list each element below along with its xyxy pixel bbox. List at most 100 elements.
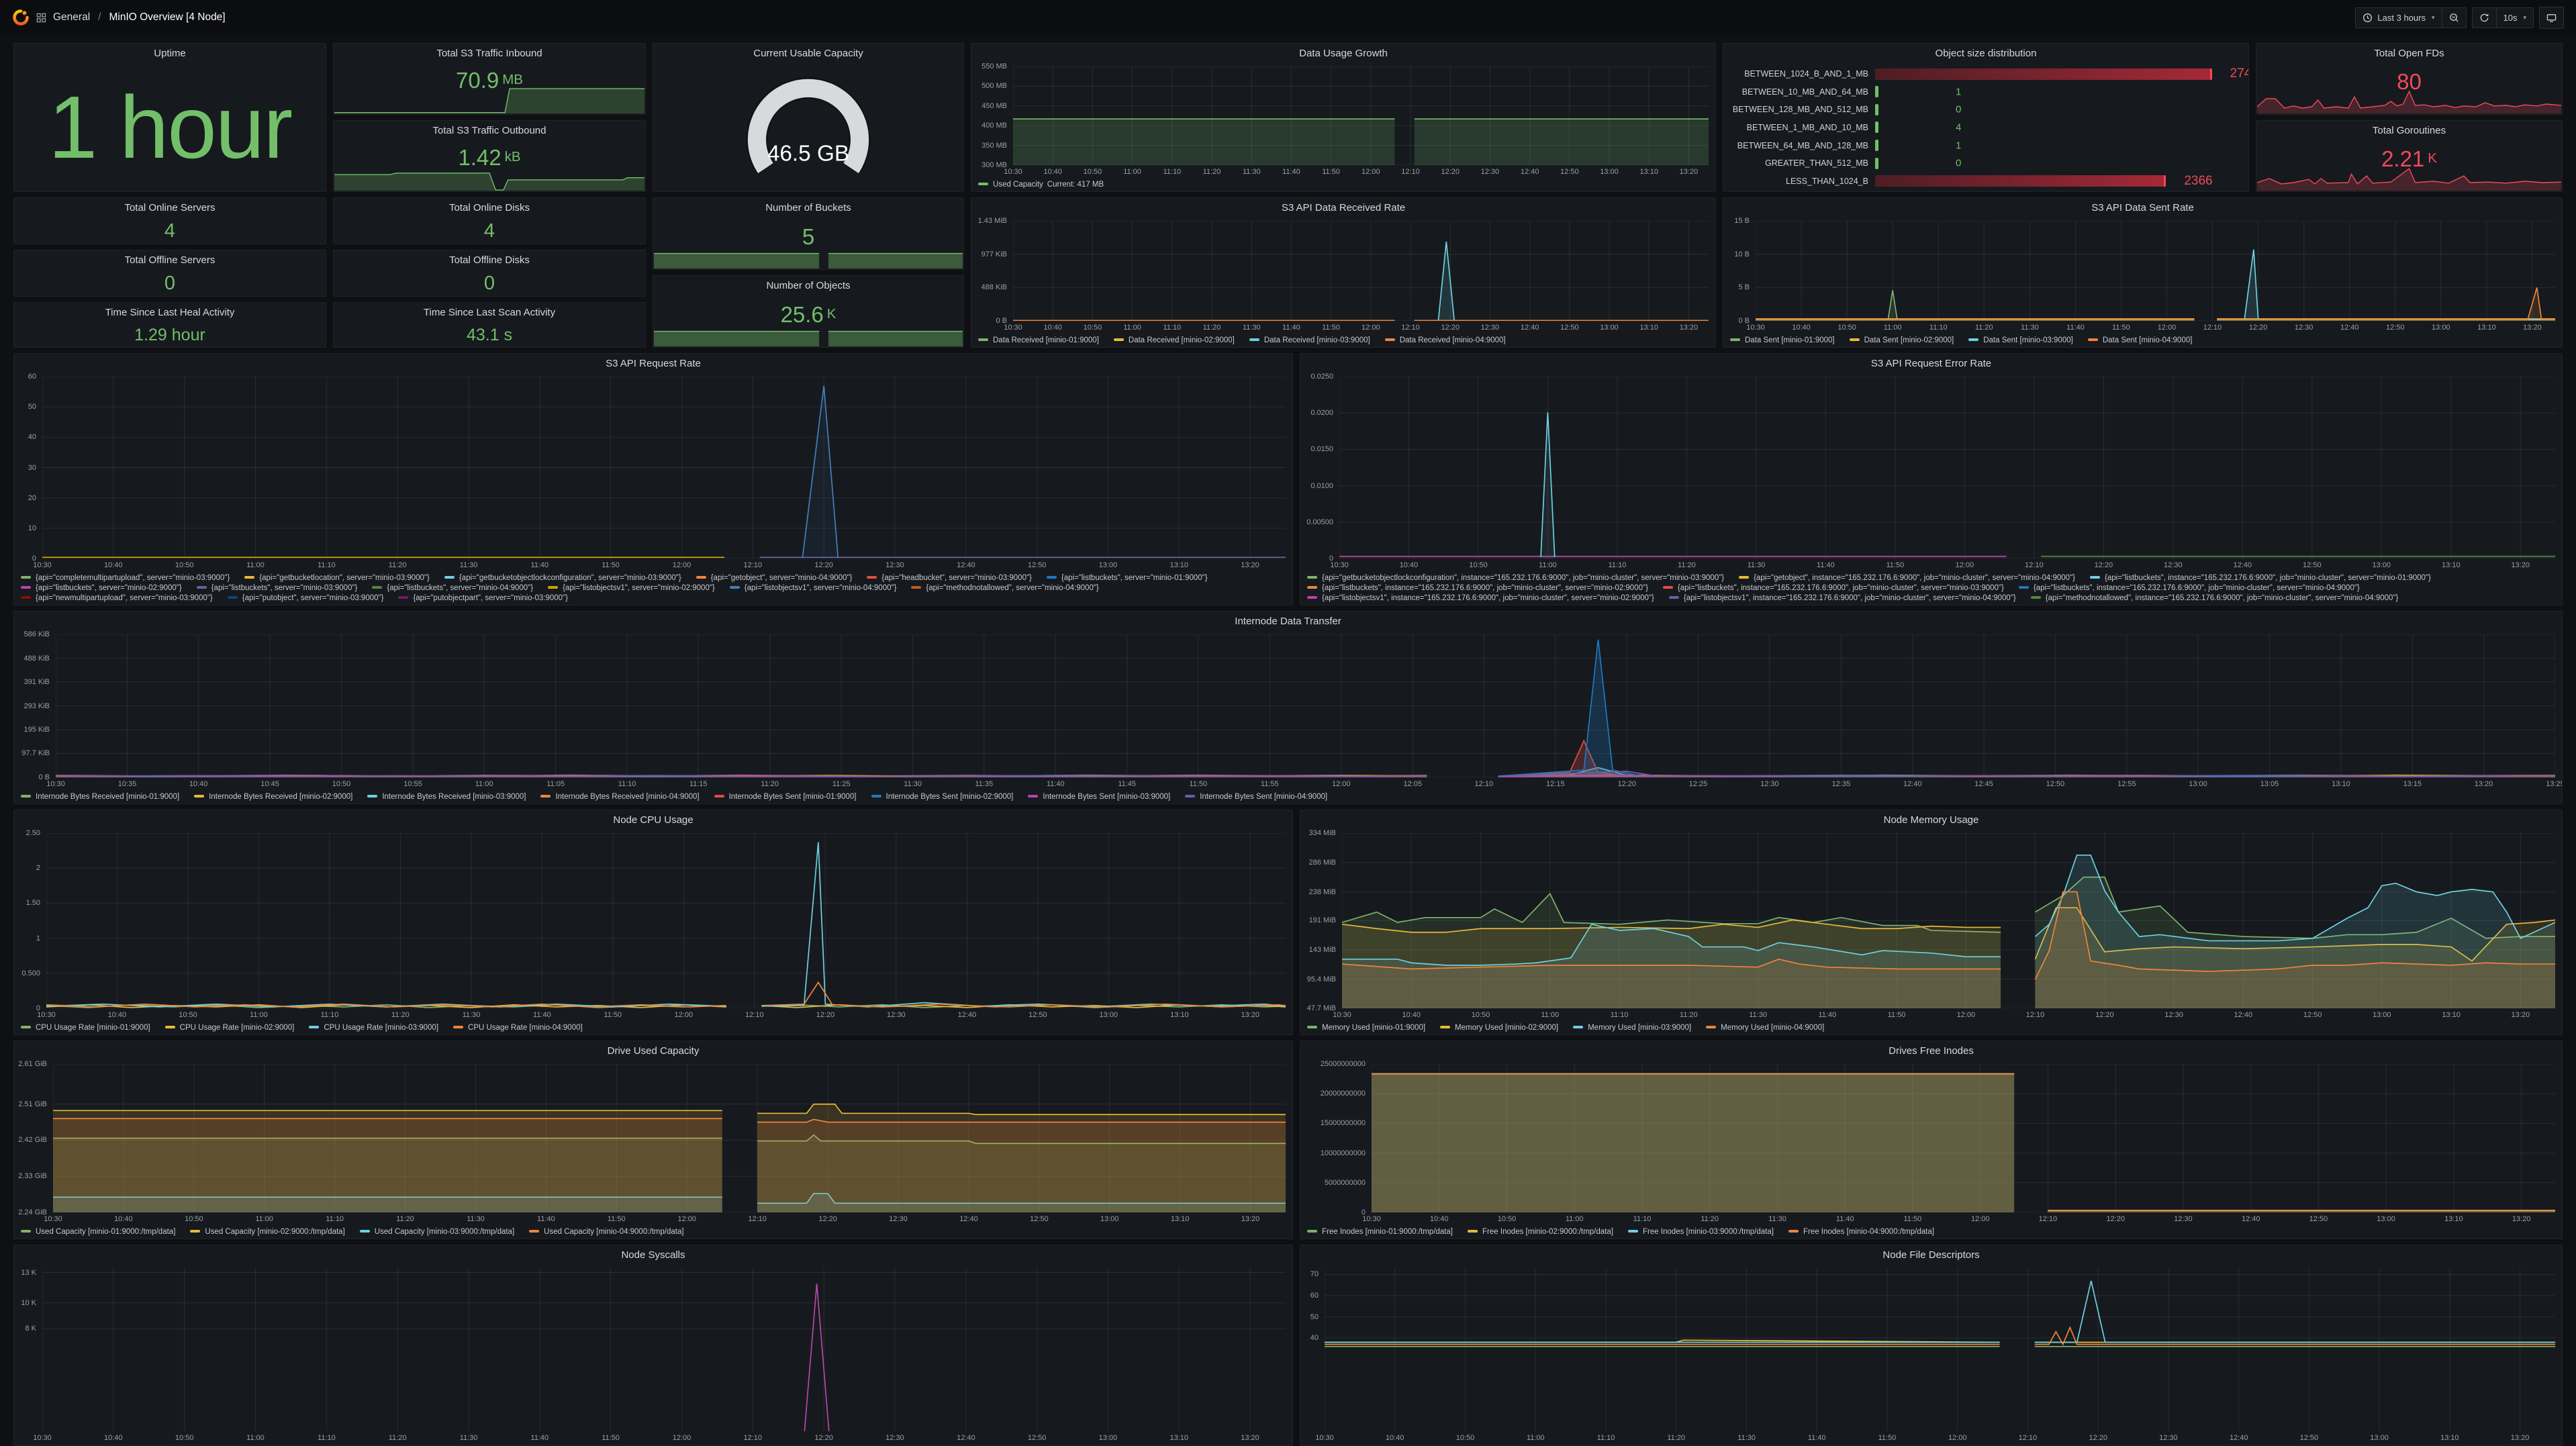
- legend-item[interactable]: CPU Usage Rate [minio-03:9000]: [309, 1024, 438, 1032]
- panel-title[interactable]: Node Syscalls: [14, 1245, 1292, 1265]
- legend-item[interactable]: Memory Used [minio-02:9000]: [1440, 1024, 1558, 1032]
- legend-item[interactable]: Memory Used [minio-03:9000]: [1573, 1024, 1691, 1032]
- chart-canvas[interactable]: [53, 1064, 1286, 1212]
- legend-item[interactable]: Internode Bytes Received [minio-01:9000]: [21, 793, 179, 801]
- panel-title[interactable]: Internode Data Transfer: [14, 612, 2562, 632]
- legend-item[interactable]: {api="listbuckets", instance="165.232.17…: [2090, 574, 2431, 582]
- zoom-out-button[interactable]: [2442, 8, 2466, 28]
- legend-item[interactable]: Internode Bytes Sent [minio-04:9000]: [1185, 793, 1327, 801]
- legend-item[interactable]: {api="listobjectsv1", instance="165.232.…: [1669, 594, 2016, 602]
- panel-title[interactable]: Current Usable Capacity: [653, 44, 963, 64]
- panel-title[interactable]: S3 API Data Received Rate: [971, 198, 1715, 218]
- legend-item[interactable]: {api="newmultipartupload", server="minio…: [21, 594, 213, 602]
- legend-item[interactable]: CPU Usage Rate [minio-01:9000]: [21, 1024, 150, 1032]
- panel-title[interactable]: Time Since Last Scan Activity: [334, 303, 645, 323]
- bar-row[interactable]: BETWEEN_128_MB_AND_512_MB 0: [1726, 102, 2239, 117]
- legend-item[interactable]: {api="getobject", server="minio-04:9000"…: [696, 574, 853, 582]
- breadcrumb-section[interactable]: General: [53, 11, 90, 23]
- legend-item[interactable]: Free Inodes [minio-03:9000:/tmp/data]: [1628, 1228, 1774, 1236]
- legend-item[interactable]: Internode Bytes Received [minio-02:9000]: [194, 793, 352, 801]
- panel-title[interactable]: S3 API Data Sent Rate: [1723, 198, 2562, 218]
- legend-item[interactable]: {api="listbuckets", server="minio-03:900…: [197, 584, 358, 592]
- grafana-logo-icon[interactable]: [12, 9, 30, 26]
- legend-item[interactable]: {api="putobject", server="minio-03:9000"…: [228, 594, 384, 602]
- refresh-interval-picker[interactable]: 10s ▾: [2497, 8, 2534, 28]
- legend-item[interactable]: {api="listbuckets", server="minio-02:900…: [21, 584, 182, 592]
- panel-title[interactable]: Total S3 Traffic Outbound: [334, 121, 645, 141]
- tv-mode-button[interactable]: [2539, 7, 2564, 29]
- legend-item[interactable]: Used Capacity [minio-01:9000:/tmp/data]: [21, 1228, 175, 1236]
- panel-title[interactable]: Uptime: [14, 44, 326, 64]
- legend-item[interactable]: {api="listbuckets", instance="165.232.17…: [1307, 584, 1648, 592]
- legend-item[interactable]: {api="listbuckets", server="minio-04:900…: [372, 584, 533, 592]
- panel-title[interactable]: Drive Used Capacity: [14, 1041, 1292, 1061]
- legend-item[interactable]: Used Capacity [minio-02:9000:/tmp/data]: [190, 1228, 344, 1236]
- legend-item[interactable]: CPU Usage Rate [minio-02:9000]: [165, 1024, 295, 1032]
- legend-item[interactable]: {api="getbucketlocation", server="minio-…: [244, 574, 430, 582]
- dashboards-grid-icon[interactable]: [36, 13, 46, 23]
- panel-title[interactable]: Time Since Last Heal Activity: [14, 303, 326, 323]
- panel-title[interactable]: Total Open FDs: [2256, 44, 2562, 64]
- bar-row[interactable]: BETWEEN_64_MB_AND_128_MB 1: [1726, 138, 2239, 153]
- legend-item[interactable]: {api="getbucketobjectlockconfiguration",…: [444, 574, 681, 582]
- legend-item[interactable]: Data Received [minio-01:9000]: [978, 336, 1099, 344]
- panel-title[interactable]: Node Memory Usage: [1300, 810, 2562, 830]
- legend-item[interactable]: Internode Bytes Received [minio-03:9000]: [367, 793, 526, 801]
- legend-item[interactable]: {api="completemultipartupload", server="…: [21, 574, 230, 582]
- bar-row[interactable]: GREATER_THAN_512_MB 0: [1726, 156, 2239, 171]
- panel-title[interactable]: Total Offline Disks: [334, 250, 645, 271]
- panel-title[interactable]: Total Offline Servers: [14, 250, 326, 271]
- legend-item[interactable]: Data Received [minio-02:9000]: [1114, 336, 1235, 344]
- panel-title[interactable]: Node File Descriptors: [1300, 1245, 2562, 1265]
- legend-item[interactable]: Data Sent [minio-02:9000]: [1850, 336, 1954, 344]
- legend-item[interactable]: Memory Used [minio-01:9000]: [1307, 1024, 1425, 1032]
- legend-item[interactable]: Internode Bytes Received [minio-04:9000]: [540, 793, 699, 801]
- chart-canvas[interactable]: [46, 833, 1286, 1008]
- legend-item[interactable]: CPU Usage Rate [minio-04:9000]: [453, 1024, 583, 1032]
- legend-item[interactable]: {api="methodnotallowed", server="minio-0…: [911, 584, 1098, 592]
- legend-item[interactable]: {api="listbuckets", instance="165.232.17…: [2019, 584, 2360, 592]
- panel-title[interactable]: Number of Buckets: [653, 198, 963, 218]
- panel-title[interactable]: S3 API Request Rate: [14, 354, 1292, 374]
- panel-title[interactable]: Total Goroutines: [2256, 121, 2562, 141]
- time-range-picker[interactable]: Last 3 hours ▾: [2356, 8, 2441, 28]
- refresh-button[interactable]: [2473, 8, 2496, 28]
- legend-item[interactable]: Memory Used [minio-04:9000]: [1706, 1024, 1824, 1032]
- chart-canvas[interactable]: [1013, 221, 1709, 321]
- chart-canvas[interactable]: [1342, 833, 2555, 1008]
- panel-title[interactable]: Total Online Servers: [14, 198, 326, 218]
- legend-item[interactable]: Used Capacity [minio-04:9000:/tmp/data]: [529, 1228, 683, 1236]
- legend-item[interactable]: {api="listobjectsv1", server="minio-02:9…: [548, 584, 715, 592]
- bar-row[interactable]: LESS_THAN_1024_B 2366: [1726, 174, 2239, 189]
- legend-item[interactable]: {api="getbucketobjectlockconfiguration",…: [1307, 574, 1724, 582]
- legend-item[interactable]: Internode Bytes Sent [minio-01:9000]: [714, 793, 857, 801]
- panel-title[interactable]: Total Online Disks: [334, 198, 645, 218]
- chart-canvas[interactable]: [1339, 377, 2555, 559]
- panel-title[interactable]: S3 API Request Error Rate: [1300, 354, 2562, 374]
- legend-item[interactable]: Free Inodes [minio-01:9000:/tmp/data]: [1307, 1228, 1453, 1236]
- legend-item[interactable]: {api="listobjectsv1", instance="165.232.…: [1307, 594, 1654, 602]
- legend-item[interactable]: Free Inodes [minio-04:9000:/tmp/data]: [1788, 1228, 1934, 1236]
- legend-item[interactable]: Data Sent [minio-04:9000]: [2088, 336, 2193, 344]
- legend-item[interactable]: Internode Bytes Sent [minio-02:9000]: [871, 793, 1014, 801]
- legend-item[interactable]: {api="methodnotallowed", instance="165.2…: [2031, 594, 2399, 602]
- panel-title[interactable]: Data Usage Growth: [971, 44, 1715, 64]
- chart-canvas[interactable]: [56, 634, 2555, 777]
- chart-canvas[interactable]: [42, 377, 1286, 559]
- panel-title[interactable]: Total S3 Traffic Inbound: [334, 44, 645, 64]
- legend-item[interactable]: {api="listbuckets", instance="165.232.17…: [1663, 584, 2004, 592]
- panel-title[interactable]: Drives Free Inodes: [1300, 1041, 2562, 1061]
- panel-title[interactable]: Object size distribution: [1723, 44, 2248, 64]
- panel-title[interactable]: Number of Objects: [653, 276, 963, 296]
- chart-canvas[interactable]: [1372, 1064, 2555, 1212]
- legend-item[interactable]: Used CapacityCurrent: 417 MB: [978, 181, 1104, 189]
- panel-title[interactable]: Node CPU Usage: [14, 810, 1292, 830]
- legend-item[interactable]: Data Sent [minio-03:9000]: [1968, 336, 2073, 344]
- legend-item[interactable]: {api="getobject", instance="165.232.176.…: [1739, 574, 2075, 582]
- legend-item[interactable]: Internode Bytes Sent [minio-03:9000]: [1028, 793, 1170, 801]
- legend-item[interactable]: Free Inodes [minio-02:9000:/tmp/data]: [1468, 1228, 1613, 1236]
- bar-row[interactable]: BETWEEN_1_MB_AND_10_MB 4: [1726, 120, 2239, 135]
- legend-item[interactable]: Data Sent [minio-01:9000]: [1730, 336, 1835, 344]
- legend-item[interactable]: {api="headbucket", server="minio-03:9000…: [867, 574, 1031, 582]
- legend-item[interactable]: {api="listbuckets", server="minio-01:900…: [1047, 574, 1208, 582]
